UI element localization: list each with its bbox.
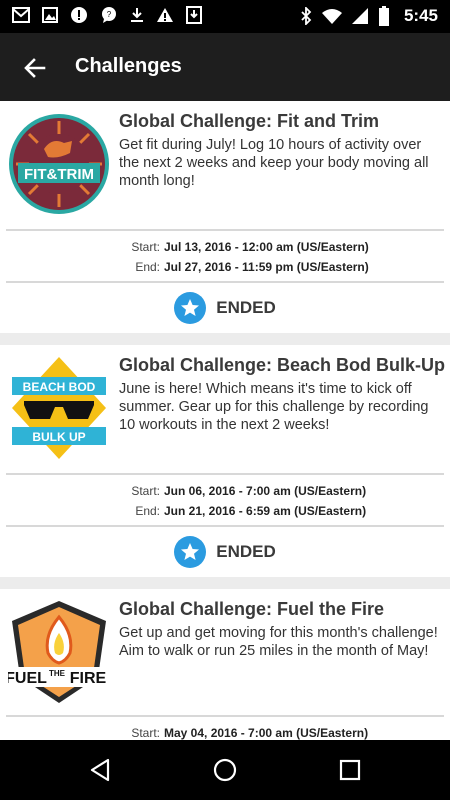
alert-icon (71, 7, 87, 23)
fit-and-trim-logo: FIT&TRIM (9, 114, 109, 214)
fit-trim-logo-text: FIT&TRIM (24, 166, 94, 183)
nav-home-icon[interactable] (211, 756, 239, 784)
challenge-description: Get fit during July! Log 10 hours of act… (119, 137, 429, 189)
status-time: 5:45 (403, 6, 438, 25)
status-label: ENDED (216, 542, 276, 561)
status-label: ENDED (216, 298, 276, 317)
gmail-icon (12, 7, 30, 23)
start-date: Jul 13, 2016 - 12:00 am (US/Eastern) (164, 240, 369, 254)
fuel-the-fire-logo: FUEL THE FIRE (8, 601, 108, 703)
end-label: End: (135, 260, 160, 274)
end-date: Jun 21, 2016 - 6:59 am (US/Eastern) (164, 504, 367, 518)
challenge-status: ENDED (0, 527, 450, 577)
challenge-title: Global Challenge: Beach Bod Bulk-Up (119, 355, 446, 375)
star-icon (174, 292, 207, 324)
status-bar: ? 5:45 (0, 0, 450, 33)
battery-icon (378, 6, 389, 26)
image-icon (42, 7, 58, 23)
challenge-dates: Start: Jun 06, 2016 - 7:00 am (US/Eastern… (0, 475, 450, 525)
start-label: Start: (131, 240, 160, 254)
challenge-card[interactable]: FUEL THE FIRE Global Challenge: Fuel the… (0, 589, 450, 741)
challenge-card[interactable]: BEACH BOD BULK UP Global Challenge: Beac… (0, 345, 450, 577)
chat-icon: ? (102, 7, 116, 23)
start-date: Jun 06, 2016 - 7:00 am (US/Eastern) (164, 484, 367, 498)
download-box-icon (186, 6, 202, 24)
beach-bod-logo-text: BEACH BOD (23, 380, 96, 394)
challenge-dates: Start: Jul 13, 2016 - 12:00 am (US/Easter… (0, 231, 450, 281)
star-icon (174, 536, 207, 568)
challenge-list[interactable]: FIT&TRIM Global Challenge: Fit and Trim … (0, 101, 450, 741)
challenge-description: June is here! Which means it's time to k… (119, 381, 429, 433)
the-logo-text: THE (49, 669, 66, 678)
svg-text:?: ? (107, 10, 112, 19)
navigation-bar (0, 740, 450, 800)
challenge-status: ENDED (0, 283, 450, 333)
challenge-title: Global Challenge: Fuel the Fire (119, 599, 385, 619)
app-bar: Challenges (0, 33, 450, 101)
download-icon (131, 8, 143, 22)
signal-icon (351, 8, 368, 24)
end-label: End: (135, 504, 160, 518)
fuel-logo-text: FUEL (8, 670, 47, 687)
fire-logo-text: FIRE (70, 670, 107, 687)
warning-icon (157, 8, 173, 22)
back-arrow-icon[interactable] (20, 53, 50, 83)
challenge-card[interactable]: FIT&TRIM Global Challenge: Fit and Trim … (0, 101, 450, 333)
start-label: Start: (131, 484, 160, 498)
start-label: Start: (131, 726, 160, 740)
end-date: Jul 27, 2016 - 11:59 pm (US/Eastern) (164, 260, 369, 274)
bulk-up-logo-text: BULK UP (32, 430, 85, 444)
challenge-dates: Start: May 04, 2016 - 7:00 am (US/Eastern… (0, 717, 450, 741)
nav-recents-icon[interactable] (336, 756, 364, 784)
beach-bod-logo: BEACH BOD BULK UP (12, 357, 106, 459)
page-title: Challenges (75, 55, 182, 77)
wifi-icon (321, 9, 342, 24)
challenge-title: Global Challenge: Fit and Trim (119, 111, 380, 131)
nav-back-icon[interactable] (86, 756, 114, 784)
start-date: May 04, 2016 - 7:00 am (US/Eastern) (164, 726, 369, 740)
bluetooth-icon (301, 7, 312, 25)
challenge-description: Get up and get moving for this month's c… (119, 625, 438, 659)
